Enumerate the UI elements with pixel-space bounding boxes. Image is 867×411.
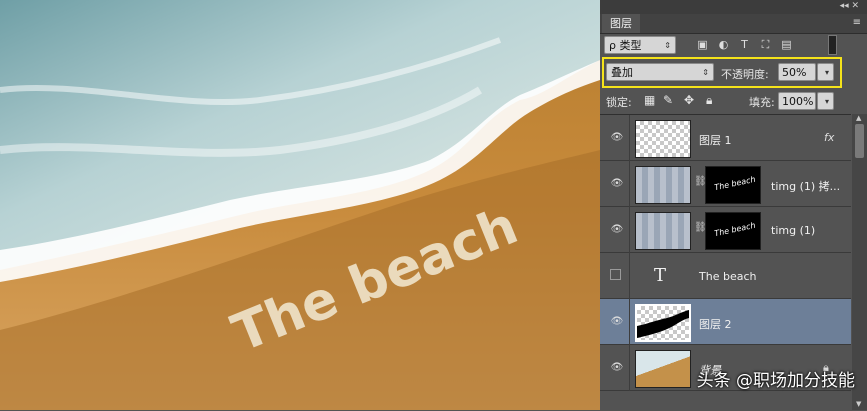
chevron-down-icon: ▾ — [824, 68, 829, 77]
fill-value: 100% — [782, 95, 814, 108]
divider — [629, 345, 630, 391]
filter-kind-select[interactable]: ρ 类型 ⇕ — [604, 36, 676, 54]
layer-name: timg (1) — [771, 224, 816, 237]
layer-row[interactable]: T The beach — [600, 253, 851, 299]
panel-menu-icon[interactable]: ≡ — [853, 17, 861, 28]
layer-thumbnail — [635, 212, 691, 250]
divider — [629, 253, 630, 299]
layer-thumbnail — [635, 120, 691, 158]
layer-row[interactable]: 👁︎ 图层 1 fx — [600, 115, 851, 161]
adjustment-filter-icon[interactable]: ◐ — [717, 38, 730, 51]
lock-image-pixels-icon[interactable]: ✎ — [663, 93, 673, 107]
fill-label: 填充: — [749, 96, 775, 109]
blend-mode-select[interactable]: 叠加 ⇕ — [606, 63, 714, 81]
opacity-value: 50% — [782, 66, 807, 79]
layer-mask-thumbnail: The beach — [705, 166, 761, 204]
panel-title-strip: ◂◂ ✕ — [600, 0, 867, 14]
layer-thumbnail — [635, 350, 691, 388]
layer-thumbnail — [635, 166, 691, 204]
mask-text: The beach — [713, 174, 757, 193]
tab-layers[interactable]: 图层 — [602, 14, 640, 33]
eye-icon[interactable]: 👁︎ — [610, 315, 624, 329]
black-shape-preview — [637, 310, 689, 338]
divider — [629, 161, 630, 207]
lock-position-icon[interactable]: ✥ — [684, 93, 694, 107]
document-canvas[interactable]: The beach — [0, 0, 600, 410]
blend-mode-value: 叠加 — [611, 66, 633, 79]
eye-icon[interactable]: 👁︎ — [610, 361, 624, 375]
watermark-text: 头条 @职场加分技能 — [696, 371, 855, 391]
opacity-dropdown-button[interactable]: ▾ — [817, 63, 834, 81]
layer-row[interactable]: 👁︎ ⛓ The beach timg (1) — [600, 207, 851, 253]
type-layer-icon: T — [654, 265, 667, 286]
lock-row: 锁定: ▦ ✎ ✥ 🔒︎ 填充: 100% ▾ — [600, 90, 867, 112]
scroll-down-icon[interactable]: ▼ — [856, 400, 861, 408]
layer-name: The beach — [699, 270, 757, 283]
type-filter-icon[interactable]: T — [738, 38, 751, 51]
layer-thumbnail — [635, 304, 691, 342]
divider — [629, 207, 630, 253]
layer-name: 图层 2 — [699, 318, 732, 331]
lock-all-icon[interactable]: 🔒︎ — [706, 93, 712, 108]
layer-row[interactable]: 👁︎ ⛓ The beach timg (1) 拷... — [600, 161, 851, 207]
layer-mask-thumbnail: The beach — [705, 212, 761, 250]
divider — [629, 299, 630, 345]
opacity-label: 不透明度: — [721, 68, 769, 81]
layer-filter-row: ρ 类型 ⇕ — [600, 34, 867, 56]
lock-label: 锁定: — [606, 96, 632, 109]
filter-toggle-switch[interactable] — [828, 35, 837, 55]
opacity-input[interactable]: 50% — [778, 63, 816, 81]
eye-icon[interactable]: 👁︎ — [610, 131, 624, 145]
fill-dropdown-button[interactable]: ▾ — [817, 92, 834, 110]
layer-row-selected[interactable]: 👁︎ 图层 2 — [600, 299, 851, 345]
lock-transparent-pixels-icon[interactable]: ▦ — [644, 93, 655, 107]
scroll-thumb[interactable] — [855, 124, 864, 158]
panel-tab-bar: 图层 ≡ — [600, 14, 867, 34]
visibility-toggle-off[interactable] — [610, 269, 621, 280]
chevron-down-icon: ▾ — [824, 97, 829, 106]
chevron-updown-icon: ⇕ — [664, 41, 671, 50]
scroll-up-icon[interactable]: ▲ — [856, 114, 861, 122]
image-filter-icon[interactable]: ▣ — [696, 38, 709, 51]
filter-kind-label: ρ 类型 — [609, 39, 642, 52]
fx-icon[interactable]: fx — [824, 131, 834, 144]
eye-icon[interactable]: 👁︎ — [610, 177, 624, 191]
beach-image: The beach — [0, 0, 600, 410]
mask-text: The beach — [713, 220, 757, 239]
layer-name: timg (1) 拷... — [771, 180, 841, 193]
chevron-updown-icon: ⇕ — [702, 68, 709, 77]
layer-name: 图层 1 — [699, 134, 732, 147]
layers-panel: ◂◂ ✕ 图层 ≡ ρ 类型 ⇕ ▣ ◐ T ⛶ ▤ 叠加 ⇕ 不透明度: 50… — [600, 0, 867, 410]
fill-input[interactable]: 100% — [778, 92, 816, 110]
eye-icon[interactable]: 👁︎ — [610, 223, 624, 237]
smart-object-filter-icon[interactable]: ▤ — [780, 38, 793, 51]
divider — [629, 115, 630, 161]
collapse-panel-icon[interactable]: ◂◂ ✕ — [840, 1, 859, 11]
shape-filter-icon[interactable]: ⛶ — [759, 38, 772, 51]
